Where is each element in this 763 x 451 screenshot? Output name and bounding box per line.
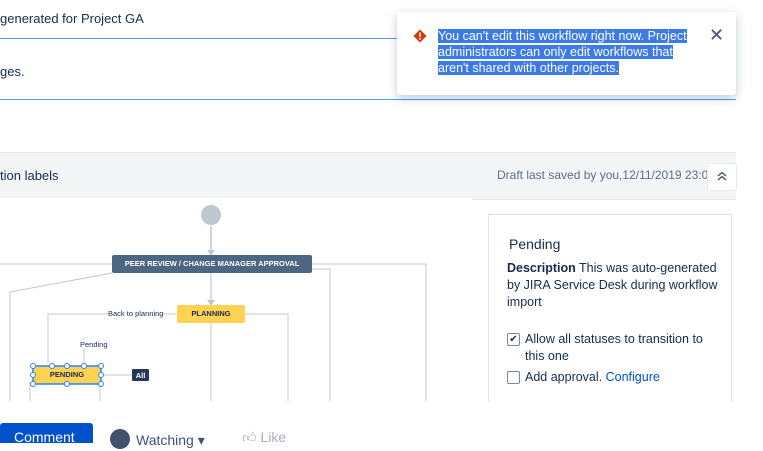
workflow-diagram[interactable]: PEER REVIEW / CHANGE MANAGER APPROVAL PL… <box>0 198 472 401</box>
error-flag: You can't edit this workflow right now. … <box>397 12 736 95</box>
thumbs-up-icon: 👍︎ <box>242 429 257 445</box>
warning-icon <box>413 29 427 43</box>
draft-saved-status: Draft last saved by you,12/11/2019 23:07 <box>497 168 715 182</box>
add-approval-checkbox[interactable] <box>507 371 520 384</box>
node-planning-label: PLANNING <box>191 309 231 318</box>
node-pending-label: PENDING <box>49 370 85 379</box>
configure-approval-link[interactable]: Configure <box>606 370 660 384</box>
watching-button[interactable]: Watching ▾ <box>110 429 205 449</box>
summary-field-underline <box>0 38 400 39</box>
watching-label: Watching <box>136 432 194 448</box>
error-flag-message: You can't edit this workflow right now. … <box>438 29 687 75</box>
summary-field-text[interactable]: generated for Project GA <box>0 11 144 26</box>
status-properties-card: Pending Description This was auto-genera… <box>488 214 732 402</box>
add-approval-label: Add approval. <box>525 370 603 384</box>
allow-all-statuses-label: Allow all statuses to transition to this… <box>525 332 703 363</box>
like-label: Like <box>260 429 287 445</box>
add-approval-row[interactable]: Add approval. Configure <box>507 369 721 387</box>
close-icon[interactable]: ✕ <box>709 26 724 44</box>
chevron-down-icon: ▾ <box>197 432 205 448</box>
status-title: Pending <box>509 236 561 252</box>
edge-label-back-to-planning[interactable]: Back to planning <box>108 309 164 318</box>
status-description: Description This was auto-generated by J… <box>507 260 719 311</box>
allow-all-statuses-checkbox[interactable]: ✔ <box>507 333 520 346</box>
show-transition-labels-option[interactable]: tion labels <box>0 168 59 183</box>
node-all-label: All <box>135 371 146 380</box>
eye-icon <box>110 429 130 449</box>
comment-button[interactable]: Comment <box>0 423 93 445</box>
like-button[interactable]: 👍︎ Like <box>242 429 286 446</box>
description-field-underline <box>0 99 736 100</box>
start-node[interactable] <box>201 205 221 225</box>
edge-label-pending[interactable]: Pending <box>80 340 108 349</box>
double-chevron-up-icon <box>717 169 727 184</box>
node-peer-review-label: PEER REVIEW / CHANGE MANAGER APPROVAL <box>124 259 300 268</box>
allow-all-statuses-row[interactable]: ✔ Allow all statuses to transition to th… <box>507 331 721 367</box>
collapse-panel-button[interactable] <box>707 163 737 191</box>
description-field-text[interactable]: ges. <box>0 64 25 79</box>
description-label: Description <box>507 261 576 275</box>
